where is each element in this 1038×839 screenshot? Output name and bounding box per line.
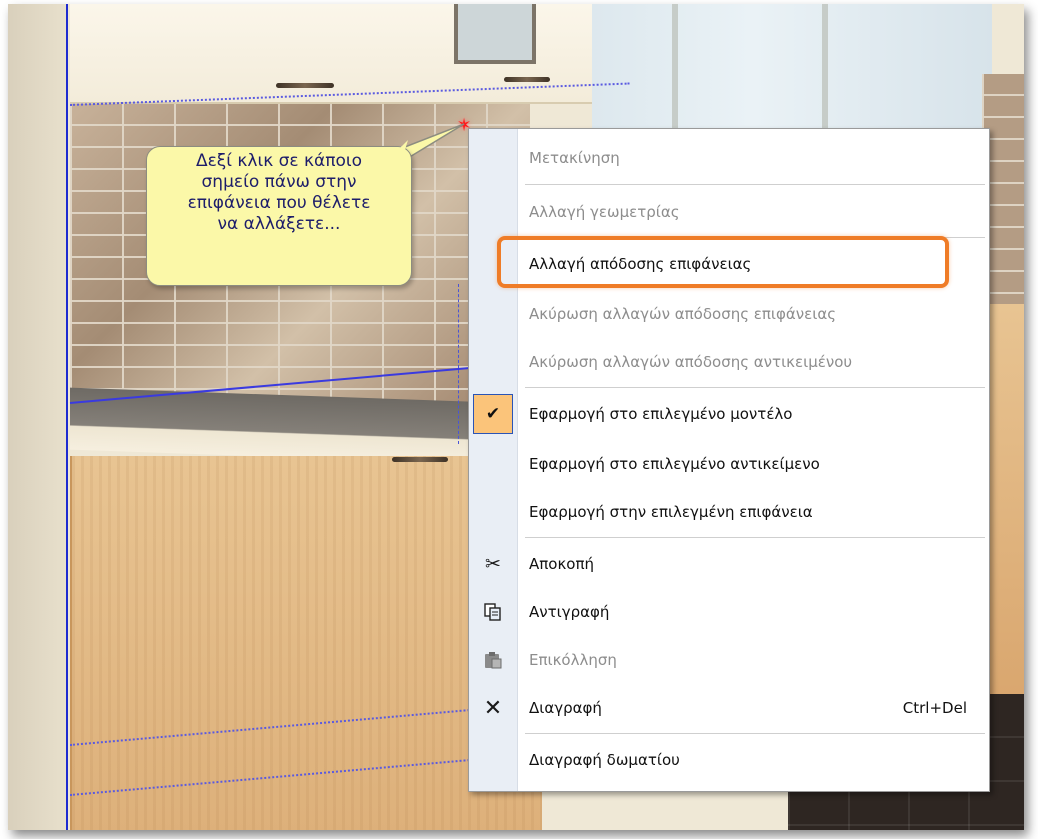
context-menu: Μετακίνηση Αλλαγή γεωμετρίας Αλλαγή απόδ…	[468, 128, 990, 792]
menu-item-paste[interactable]: Επικόλληση	[469, 637, 989, 683]
menu-item-apply-selected-object[interactable]: Εφαρμογή στο επιλεγμένο αντικείμενο	[469, 441, 989, 487]
menu-item-delete-room[interactable]: Διαγραφή δωματίου	[469, 737, 989, 783]
menu-item-label: Ακύρωση αλλαγών απόδοσης αντικειμένου	[529, 353, 853, 371]
empty-icon	[469, 291, 517, 337]
menu-item-move[interactable]: Μετακίνηση	[469, 135, 989, 181]
menu-item-apply-selected-surface[interactable]: Εφαρμογή στην επιλεγμένη επιφάνεια	[469, 489, 989, 535]
empty-icon	[469, 737, 517, 783]
menu-item-label: Αλλαγή γεωμετρίας	[529, 203, 680, 221]
highlight-annotation	[497, 236, 949, 288]
menu-item-cancel-surface-rendering[interactable]: Ακύρωση αλλαγών απόδοσης επιφάνειας	[469, 291, 989, 337]
menu-item-label: Εφαρμογή στο επιλεγμένο αντικείμενο	[529, 455, 820, 473]
callout-tail-cover-icon	[388, 140, 408, 160]
scissors-icon: ✂	[485, 553, 501, 575]
menu-item-label: Εφαρμογή στην επιλεγμένη επιφάνεια	[529, 503, 813, 521]
menu-item-shortcut: Ctrl+Del	[902, 699, 967, 717]
menu-item-label: Μετακίνηση	[529, 149, 620, 167]
menu-item-label: Διαγραφή δωματίου	[529, 751, 680, 769]
menu-item-cancel-object-rendering[interactable]: Ακύρωση αλλαγών απόδοσης αντικειμένου	[469, 339, 989, 385]
menu-item-label: Αντιγραφή	[529, 603, 610, 621]
menu-separator	[525, 537, 985, 538]
cabinet-handle	[276, 83, 334, 88]
menu-item-apply-selected-model[interactable]: ✔ Εφαρμογή στο επιλεγμένο μοντέλο	[469, 391, 989, 437]
base-cabinet-handle	[392, 457, 448, 462]
menu-item-copy[interactable]: Αντιγραφή	[469, 589, 989, 635]
menu-separator	[525, 387, 985, 388]
callout-text: Δεξί κλικ σε κάποιο σημείο πάνω στην επι…	[187, 151, 371, 234]
copy-icon	[469, 589, 517, 635]
menu-item-label: Εφαρμογή στο επιλεγμένο μοντέλο	[529, 405, 793, 423]
menu-item-label: Διαγραφή	[529, 699, 602, 717]
upper-cabinet-left	[70, 4, 423, 104]
menu-item-cut[interactable]: ✂ Αποκοπή	[469, 541, 989, 587]
empty-icon	[469, 441, 517, 487]
check-icon: ✔	[473, 394, 513, 434]
menu-separator	[525, 733, 985, 734]
menu-item-change-geometry[interactable]: Αλλαγή γεωμετρίας	[469, 189, 989, 235]
menu-item-label: Αποκοπή	[529, 555, 595, 573]
left-wall	[8, 4, 66, 830]
empty-icon	[469, 339, 517, 385]
empty-icon	[469, 189, 517, 235]
menu-item-label: Επικόλληση	[529, 651, 617, 669]
menu-separator	[525, 184, 985, 185]
instruction-callout: Δεξί κλικ σε κάποιο σημείο πάνω στην επι…	[146, 146, 412, 286]
cabinet-handle	[504, 77, 550, 82]
paste-icon	[469, 637, 517, 683]
empty-icon	[469, 489, 517, 535]
cabinet-glass-frame	[454, 4, 536, 64]
selection-guide-line	[66, 4, 68, 830]
checkmark-cell: ✔	[469, 391, 517, 437]
delete-x-icon: ✕	[483, 695, 503, 721]
selection-guide-line	[458, 284, 459, 444]
menu-item-label: Ακύρωση αλλαγών απόδοσης επιφάνειας	[529, 305, 837, 323]
empty-icon	[469, 135, 517, 181]
menu-item-delete[interactable]: ✕ Διαγραφή Ctrl+Del	[469, 685, 989, 731]
